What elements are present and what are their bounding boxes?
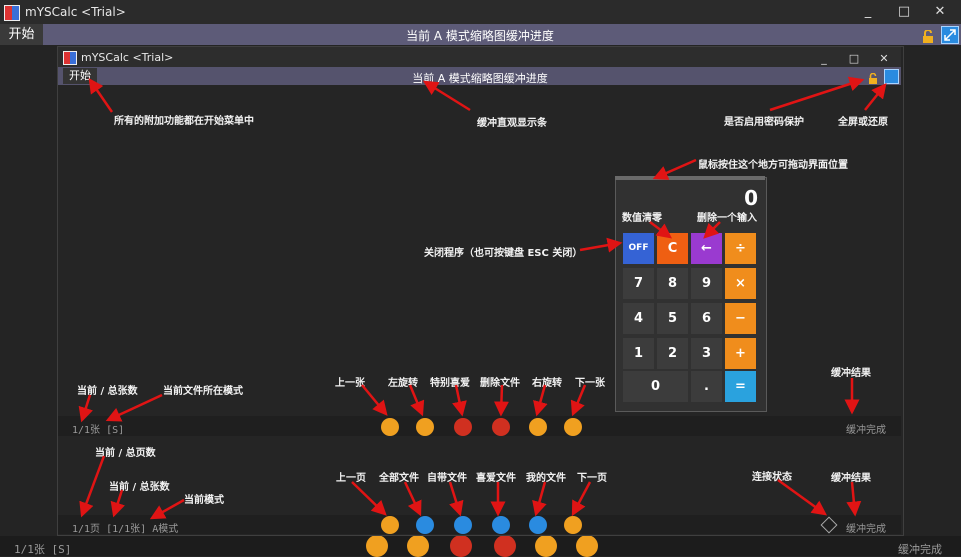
annotation-all-files: 全部文件 [379, 473, 419, 484]
annotation-prev-page: 上一页 [336, 473, 366, 484]
calc-multiply-button[interactable]: × [725, 268, 756, 299]
rotate-right-icon[interactable] [535, 535, 557, 557]
close-button[interactable]: ✕ [930, 4, 950, 20]
calc-equals-button[interactable]: = [725, 371, 756, 402]
inner-maximize-button[interactable]: □ [844, 51, 864, 67]
calc-key-2[interactable]: 2 [657, 338, 688, 369]
annotation-current-total: 当前 / 总张数 [77, 386, 138, 397]
annotation-delete-one: 删除一个输入 [697, 213, 757, 224]
trash-icon[interactable] [494, 535, 516, 557]
annotation-buffer-result-2: 缓冲结果 [831, 473, 871, 484]
inner-next-image-icon[interactable] [564, 418, 582, 436]
outer-status-buffer: 缓冲完成 [898, 543, 942, 556]
calc-key-1[interactable]: 1 [623, 338, 654, 369]
start-menu-button[interactable]: 开始 [0, 24, 43, 45]
calc-key-9[interactable]: 9 [691, 268, 722, 299]
fullscreen-icon[interactable] [941, 26, 959, 44]
calc-key-4[interactable]: 4 [623, 303, 654, 334]
calc-key-6[interactable]: 6 [691, 303, 722, 334]
annotation-password: 是否启用密码保护 [724, 117, 804, 128]
inner-minimize-button[interactable]: _ [814, 51, 834, 67]
prev-page-icon[interactable] [381, 516, 399, 534]
inner-status-count: 1/1张 [S] [72, 425, 125, 436]
annotation-file-mode: 当前文件所在模式 [163, 386, 243, 397]
inner-lock-icon[interactable] [868, 70, 878, 84]
inner-status-buffer-2: 缓冲完成 [846, 524, 886, 535]
inner-trash-icon[interactable] [492, 418, 510, 436]
inner-window-title: mYSCalc <Trial> [81, 51, 174, 64]
inner-app-icon [63, 51, 77, 65]
outer-title-bar[interactable] [0, 0, 961, 25]
inner-status-bar-bottom [58, 515, 901, 534]
minimize-button[interactable]: _ [858, 4, 878, 20]
prev-image-icon[interactable] [366, 535, 388, 557]
annotation-own-files: 自带文件 [427, 473, 467, 484]
annotation-prev: 上一张 [335, 378, 365, 389]
annotation-favorite: 特别喜爱 [430, 378, 470, 389]
inner-title-bar[interactable] [58, 47, 901, 67]
all-files-icon[interactable] [416, 516, 434, 534]
calculator-drag-handle[interactable] [615, 176, 765, 180]
inner-status-pages: 1/1页 [1/1张] A模式 [72, 524, 179, 535]
annotation-start-menu: 所有的附加功能都在开始菜单中 [114, 116, 254, 127]
own-files-icon[interactable] [454, 516, 472, 534]
inner-status-buffer: 缓冲完成 [846, 425, 886, 436]
next-page-icon[interactable] [564, 516, 582, 534]
annotation-close-program: 关闭程序（也可按键盘 ESC 关闭） [424, 248, 583, 259]
window-title: mYSCalc <Trial> [25, 5, 126, 19]
inner-start-menu-button[interactable]: 开始 [63, 68, 97, 84]
calc-clear-button[interactable]: C [657, 233, 688, 264]
inner-buffer-progress-label: 当前 A 模式缩略图缓冲进度 [412, 72, 548, 85]
annotation-rotate-left: 左旋转 [388, 378, 418, 389]
annotation-current-total-2: 当前 / 总张数 [109, 482, 170, 493]
rotate-left-icon[interactable] [407, 535, 429, 557]
calc-off-button[interactable]: OFF [623, 233, 654, 264]
inner-prev-image-icon[interactable] [381, 418, 399, 436]
maximize-button[interactable]: □ [894, 4, 914, 20]
annotation-next: 下一张 [575, 378, 605, 389]
annotation-drag: 鼠标按住这个地方可拖动界面位置 [698, 160, 848, 171]
my-files-icon[interactable] [529, 516, 547, 534]
fav-files-icon[interactable] [492, 516, 510, 534]
inner-close-button[interactable]: ✕ [874, 51, 894, 67]
outer-status-bar [0, 536, 961, 556]
calc-divide-button[interactable]: ÷ [725, 233, 756, 264]
annotation-clear: 数值清零 [622, 213, 662, 224]
calc-minus-button[interactable]: − [725, 303, 756, 334]
annotation-my-files: 我的文件 [526, 473, 566, 484]
lock-icon[interactable] [922, 28, 934, 43]
next-image-icon[interactable] [576, 535, 598, 557]
calc-key-8[interactable]: 8 [657, 268, 688, 299]
outer-status-count: 1/1张 [S] [14, 543, 72, 556]
calc-key-3[interactable]: 3 [691, 338, 722, 369]
calc-key-0[interactable]: 0 [623, 371, 688, 402]
calculator-display: 0 [744, 186, 758, 210]
annotation-buffer-bar: 缓冲直观显示条 [477, 118, 547, 129]
calc-plus-button[interactable]: + [725, 338, 756, 369]
annotation-connection: 连接状态 [752, 472, 792, 483]
inner-status-bar-top [58, 416, 901, 436]
annotation-fav-files: 喜爱文件 [476, 473, 516, 484]
calc-key-5[interactable]: 5 [657, 303, 688, 334]
annotation-rotate-right: 右旋转 [532, 378, 562, 389]
annotation-fullscreen: 全屏或还原 [838, 117, 888, 128]
inner-fullscreen-icon[interactable] [884, 69, 899, 84]
annotation-next-page: 下一页 [577, 473, 607, 484]
annotation-current-total-pages: 当前 / 总页数 [95, 448, 156, 459]
calc-backspace-button[interactable]: ← [691, 233, 722, 264]
favorite-icon[interactable] [450, 535, 472, 557]
annotation-current-mode: 当前模式 [184, 495, 224, 506]
inner-rotate-left-icon[interactable] [416, 418, 434, 436]
calc-dot-button[interactable]: . [691, 371, 722, 402]
inner-rotate-right-icon[interactable] [529, 418, 547, 436]
app-icon [4, 5, 20, 21]
calc-key-7[interactable]: 7 [623, 268, 654, 299]
annotation-buffer-result: 缓冲结果 [831, 368, 871, 379]
buffer-progress-label: 当前 A 模式缩略图缓冲进度 [406, 29, 554, 43]
annotation-delete-file: 删除文件 [480, 378, 520, 389]
inner-favorite-icon[interactable] [454, 418, 472, 436]
